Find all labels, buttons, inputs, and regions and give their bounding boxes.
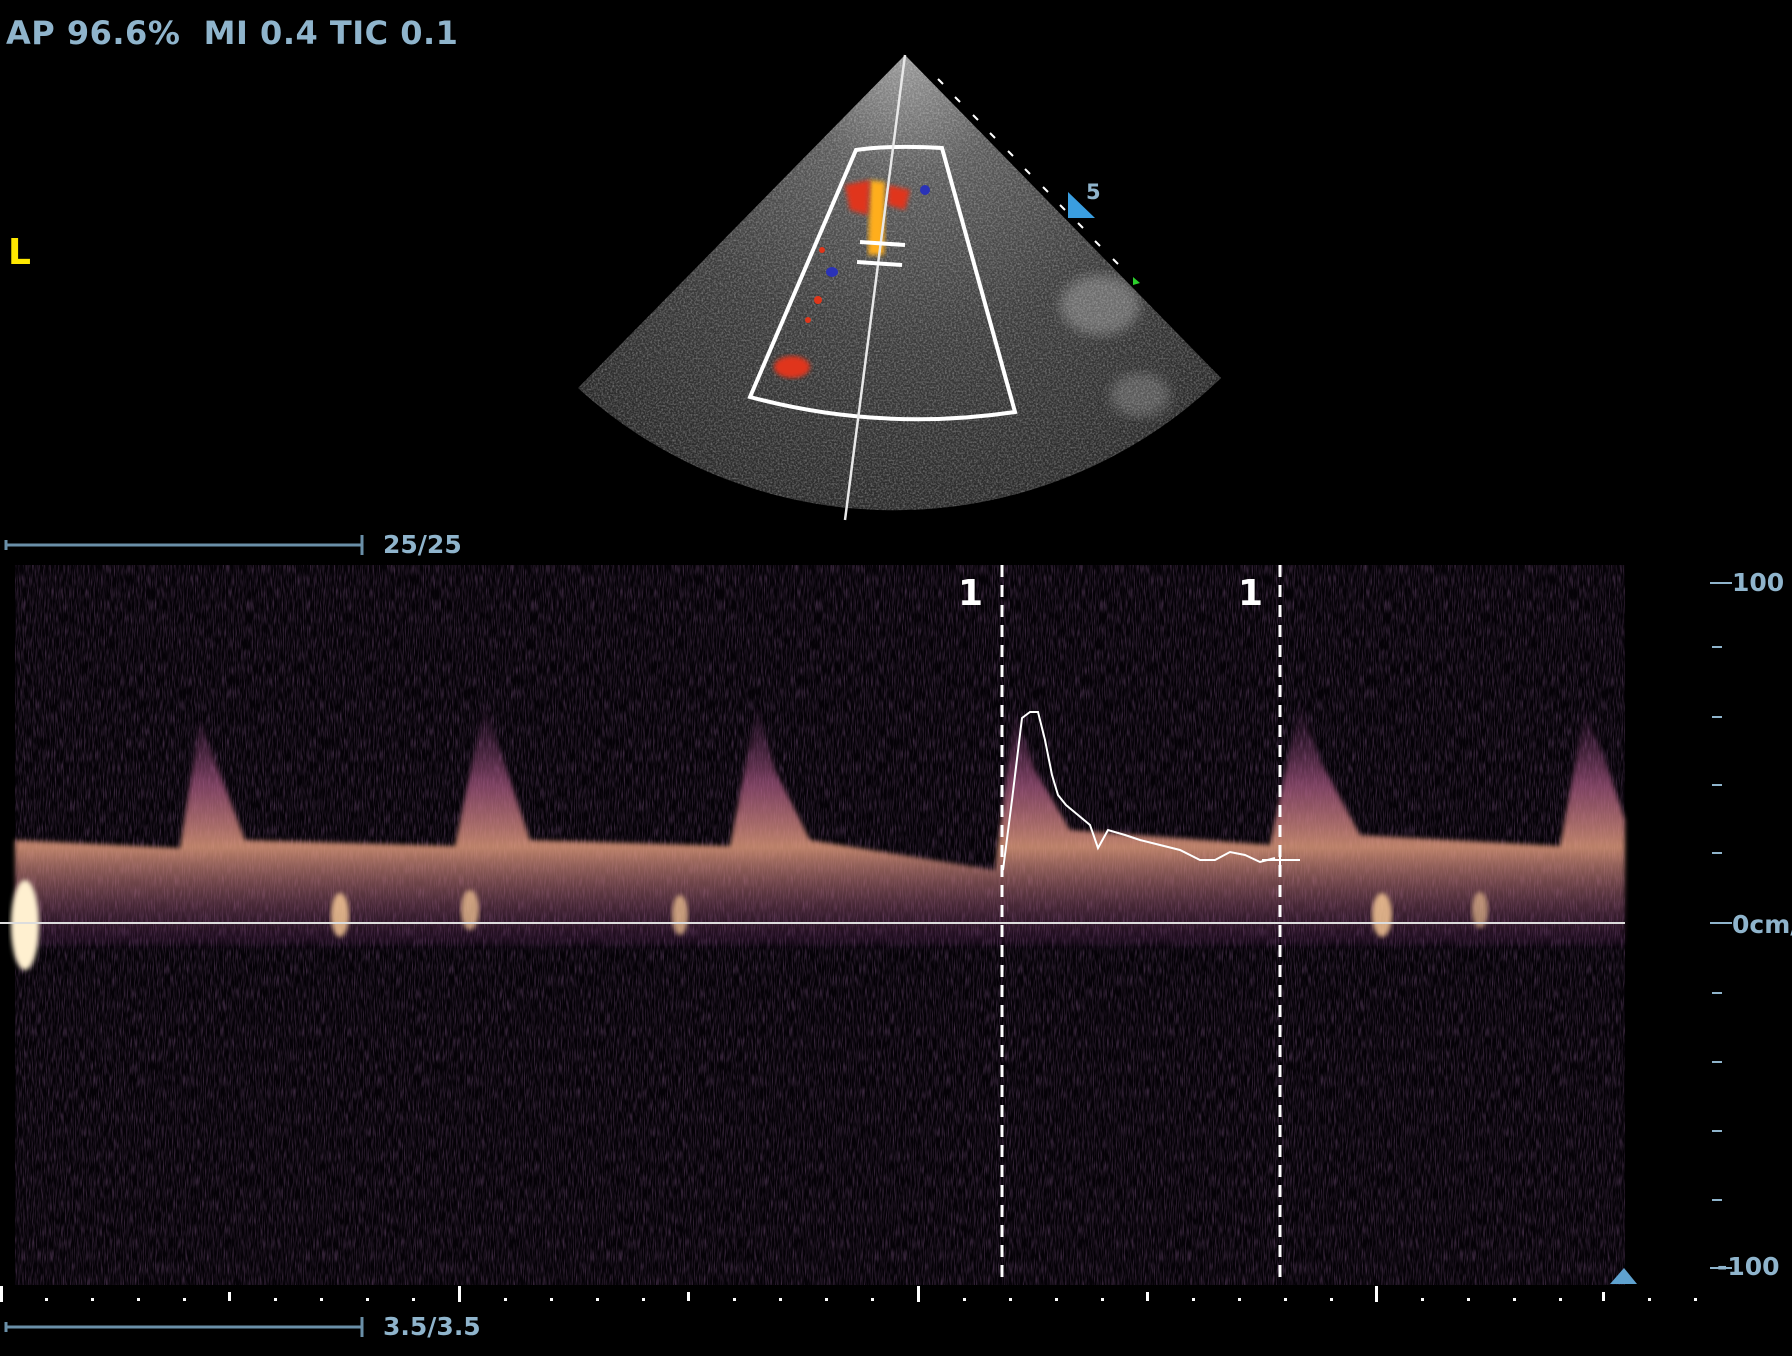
caliper-label-2: 1	[1238, 573, 1264, 614]
orientation-marker: L	[8, 232, 31, 273]
caliper-label-1: 1	[958, 573, 984, 614]
focus-depth-label: 5	[1086, 180, 1101, 204]
ultrasound-display	[0, 54, 1732, 1337]
acoustic-output-params: AP 96.6% MI 0.4 TIC 0.1	[6, 14, 459, 52]
scale-label-bottom: 3.5/3.5	[383, 1312, 481, 1341]
green-marker-icon	[1133, 277, 1140, 285]
b-mode-sector	[578, 55, 1221, 511]
spectral-doppler	[0, 565, 1625, 1285]
scale-bar-bottom	[4, 1317, 364, 1337]
velocity-min-label: -100	[1717, 1252, 1780, 1281]
velocity-zero-label: 0cm/	[1732, 910, 1792, 939]
scale-bar-top	[4, 535, 364, 555]
scale-label-top: 25/25	[383, 530, 462, 559]
velocity-max-label: 100	[1732, 568, 1785, 597]
velocity-axis	[1710, 582, 1732, 1269]
time-axis	[0, 1286, 1697, 1302]
